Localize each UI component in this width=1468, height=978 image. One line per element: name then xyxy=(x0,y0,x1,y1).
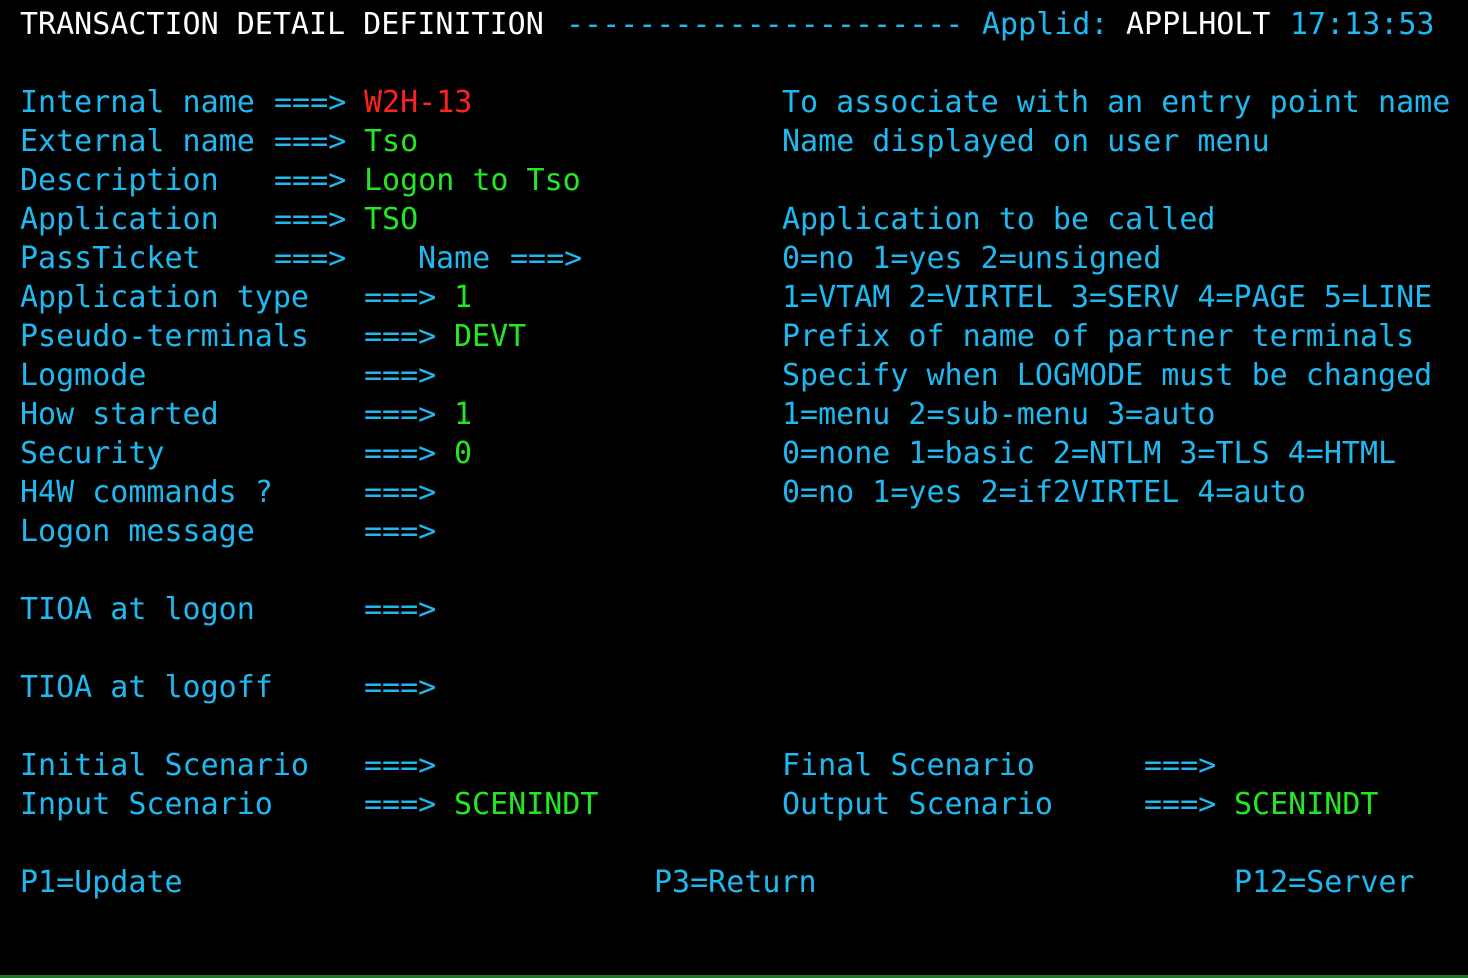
external-name-field[interactable]: Tso xyxy=(364,124,418,160)
how-started-label: How started xyxy=(20,397,219,432)
final-scenario-arrow: ===> xyxy=(1144,748,1217,783)
output-scenario-field[interactable]: SCENINDT xyxy=(1234,787,1379,823)
tioa-logoff-label: TIOA at logoff xyxy=(20,670,273,705)
passticket-name-label: Name xyxy=(418,241,491,276)
input-scenario-label: Input Scenario xyxy=(20,787,273,822)
internal-name-label: Internal name xyxy=(20,85,255,120)
pf12-server-key[interactable]: P12=Server xyxy=(1234,865,1415,901)
initial-scenario-arrow: ===> xyxy=(364,748,437,783)
h4w-commands-arrow: ===> xyxy=(364,475,437,510)
h4w-commands-label: H4W commands ? xyxy=(20,475,273,510)
logon-message-field[interactable] xyxy=(454,514,1354,550)
description-field[interactable]: Logon to Tso xyxy=(364,163,581,199)
final-scenario-label: Final Scenario xyxy=(782,748,1035,783)
passticket-field[interactable] xyxy=(364,241,400,277)
security-field[interactable]: 0 xyxy=(454,436,472,472)
output-scenario-label: Output Scenario xyxy=(782,787,1053,822)
applid-label: Applid: xyxy=(982,7,1109,42)
application-type-field[interactable]: 1 xyxy=(454,280,472,316)
h4w-commands-field[interactable] xyxy=(454,475,490,511)
how-started-arrow: ===> xyxy=(364,397,437,432)
passticket-name-arrow: ===> xyxy=(510,241,583,276)
passticket-label: PassTicket xyxy=(20,241,201,276)
output-scenario-arrow: ===> xyxy=(1144,787,1217,822)
security-label: Security xyxy=(20,436,165,471)
logmode-field[interactable] xyxy=(454,358,604,394)
internal-name-help: To associate with an entry point name xyxy=(782,85,1451,120)
application-type-arrow: ===> xyxy=(364,280,437,315)
title-dashes: ---------------------- xyxy=(566,7,964,42)
logmode-help: Specify when LOGMODE must be changed xyxy=(782,358,1433,393)
initial-scenario-field[interactable] xyxy=(454,748,604,784)
tioa-logoff-field[interactable] xyxy=(454,670,1354,706)
final-scenario-field[interactable] xyxy=(1234,748,1384,784)
application-type-help: 1=VTAM 2=VIRTEL 3=SERV 4=PAGE 5=LINE xyxy=(782,280,1433,315)
passticket-help: 0=no 1=yes 2=unsigned xyxy=(782,241,1162,276)
input-scenario-arrow: ===> xyxy=(364,787,437,822)
internal-name-arrow: ===> xyxy=(274,85,347,120)
applid-value: APPLHOLT xyxy=(1126,7,1271,42)
tioa-logoff-arrow: ===> xyxy=(364,670,437,705)
tioa-logon-arrow: ===> xyxy=(364,592,437,627)
security-help: 0=none 1=basic 2=NTLM 3=TLS 4=HTML xyxy=(782,436,1397,471)
pseudo-terminals-label: Pseudo-terminals xyxy=(20,319,309,354)
pseudo-terminals-arrow: ===> xyxy=(364,319,437,354)
application-help: Application to be called xyxy=(782,202,1216,237)
logmode-arrow: ===> xyxy=(364,358,437,393)
passticket-arrow: ===> xyxy=(274,241,347,276)
logon-message-label: Logon message xyxy=(20,514,255,549)
logon-message-arrow: ===> xyxy=(364,514,437,549)
external-name-label: External name xyxy=(20,124,255,159)
description-label: Description xyxy=(20,163,219,198)
application-type-label: Application type xyxy=(20,280,309,315)
external-name-help: Name displayed on user menu xyxy=(782,124,1270,159)
description-arrow: ===> xyxy=(274,163,347,198)
initial-scenario-label: Initial Scenario xyxy=(20,748,309,783)
tioa-logon-field[interactable] xyxy=(454,592,1354,628)
external-name-arrow: ===> xyxy=(274,124,347,159)
clock-time: 17:13:53 xyxy=(1290,7,1435,42)
passticket-name-field[interactable] xyxy=(600,241,750,277)
application-arrow: ===> xyxy=(274,202,347,237)
pseudo-terminals-help: Prefix of name of partner terminals xyxy=(782,319,1415,354)
pf1-update-key[interactable]: P1=Update xyxy=(20,865,183,901)
application-field[interactable]: TSO xyxy=(364,202,418,238)
input-scenario-field[interactable]: SCENINDT xyxy=(454,787,599,823)
screen-title: TRANSACTION DETAIL DEFINITION xyxy=(20,7,544,42)
pseudo-terminals-field[interactable]: DEVT xyxy=(454,319,526,355)
internal-name-field[interactable]: W2H-13 xyxy=(364,85,472,121)
application-label: Application xyxy=(20,202,219,237)
pf3-return-key[interactable]: P3=Return xyxy=(654,865,817,901)
security-arrow: ===> xyxy=(364,436,437,471)
how-started-field[interactable]: 1 xyxy=(454,397,472,433)
h4w-commands-help: 0=no 1=yes 2=if2VIRTEL 4=auto xyxy=(782,475,1306,510)
logmode-label: Logmode xyxy=(20,358,147,393)
how-started-help: 1=menu 2=sub-menu 3=auto xyxy=(782,397,1216,432)
tioa-logon-label: TIOA at logon xyxy=(20,592,255,627)
